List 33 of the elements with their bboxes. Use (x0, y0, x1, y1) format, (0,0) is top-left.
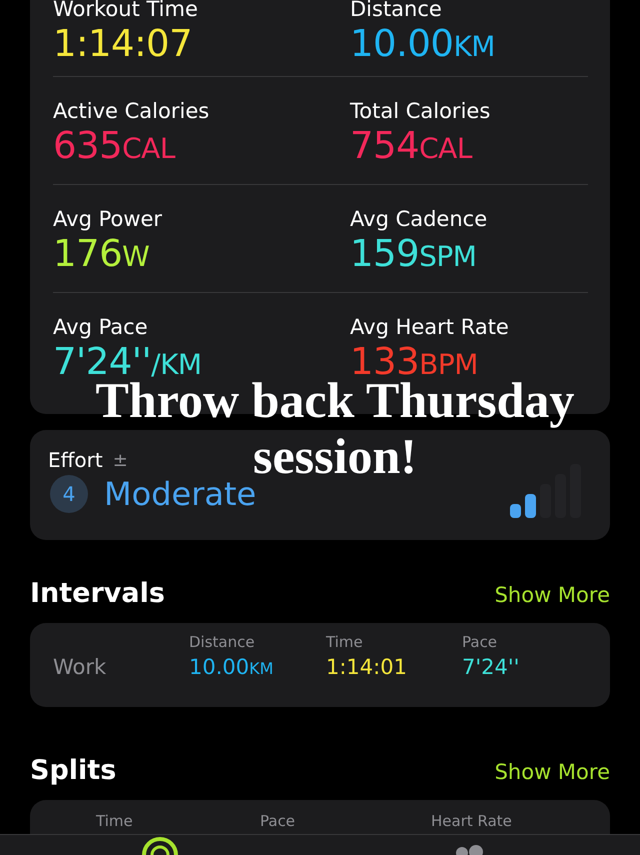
metric-value: 133BPM (350, 340, 478, 383)
metric-label: Workout Time (53, 0, 199, 22)
effort-number-badge: 4 (50, 475, 88, 513)
table-cell-text: 10.00KM (189, 655, 274, 679)
column-header: Time (96, 812, 134, 830)
metric-value: 10.00KM (350, 22, 496, 67)
effort-label: Effort (48, 448, 103, 472)
column-header: Distance (189, 633, 256, 651)
metric-label: Avg Cadence (350, 206, 488, 232)
metric-value: 1:14:07 (53, 22, 194, 66)
table-cell-text: 7'24'' (462, 655, 520, 679)
column-header: Heart Rate (431, 812, 513, 830)
metric-value: 176W (53, 232, 150, 277)
table-cell-text: 1:14:01 (326, 655, 408, 679)
metric-label: Avg Pace (53, 314, 149, 340)
show-more-link[interactable]: Show More (494, 760, 610, 784)
metric-value: 159SPM (350, 232, 478, 277)
column-header: Pace (462, 633, 498, 651)
metric-label: Distance (350, 0, 443, 22)
metric-label: Avg Power (53, 206, 164, 232)
metric-value: 635CAL (53, 124, 176, 169)
metric-label: Active Calories (53, 98, 210, 124)
section-title: Intervals (30, 578, 165, 609)
metric-label: Avg Heart Rate (350, 314, 510, 340)
column-header: Time (326, 633, 364, 651)
adjust-icon[interactable]: ± (112, 450, 128, 470)
rings-icon[interactable] (140, 835, 180, 855)
section-title: Splits (30, 755, 116, 786)
metric-value: 754CAL (350, 124, 474, 169)
column-header: Pace (260, 812, 296, 830)
show-more-link[interactable]: Show More (494, 583, 610, 607)
interval-name: Work (53, 655, 108, 679)
metric-label: Total Calories (350, 98, 492, 124)
